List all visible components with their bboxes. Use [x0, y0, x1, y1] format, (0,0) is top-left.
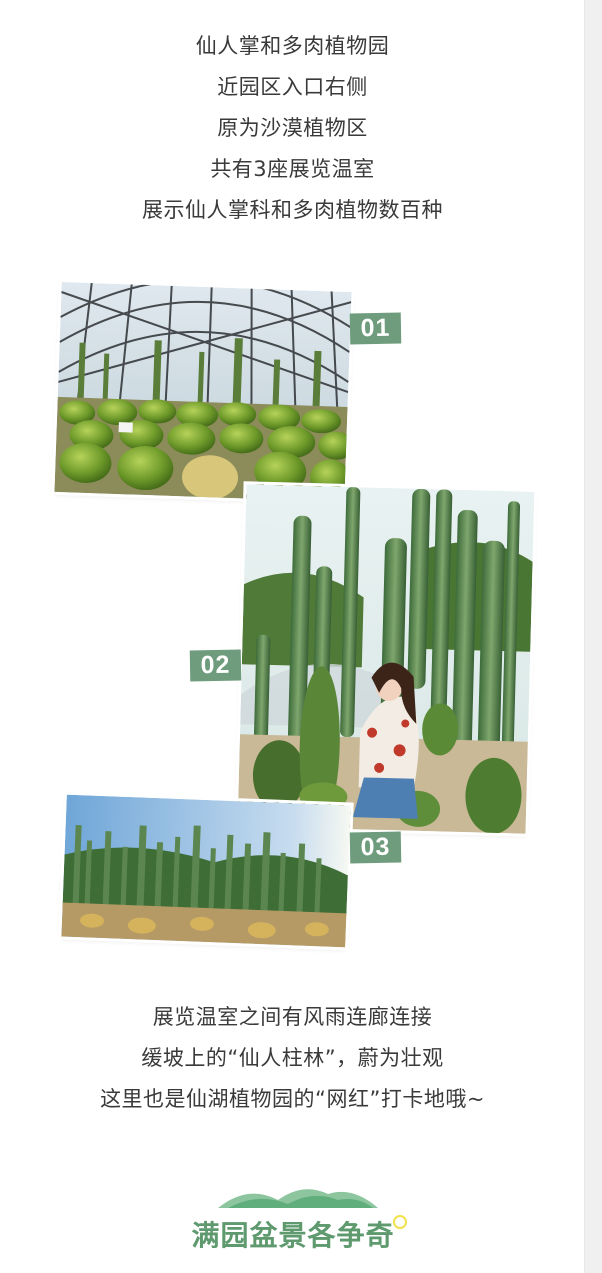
intro-line: 共有3座展览温室 [210, 157, 375, 181]
section-heading-logo: 满园盆景各争奇 [178, 1178, 418, 1258]
intro-line: 展示仙人掌科和多肉植物数百种 [142, 198, 443, 222]
photo-number-badge: 03 [349, 831, 402, 864]
greenhouse-cactus-image [54, 282, 352, 502]
columnar-cactus-portrait-image [237, 484, 535, 834]
page-scrollbar[interactable] [584, 0, 602, 1273]
intro-line: 近园区入口右侧 [217, 75, 368, 99]
intro-line: 原为沙漠植物区 [217, 116, 368, 140]
cactus-forest-image [61, 794, 351, 948]
intro-paragraph: 仙人掌和多肉植物园 近园区入口右侧 原为沙漠植物区 共有3座展览温室 展示仙人掌… [0, 26, 585, 231]
walkway-paragraph: 展览温室之间有风雨连廊连接 缓坡上的“仙人柱林”，蔚为壮观 这里也是仙湖植物园的… [0, 997, 585, 1120]
cactus-forest-photo [61, 794, 351, 948]
columnar-cactus-portrait-photo [237, 484, 535, 834]
photo-number-badge: 01 [349, 312, 402, 345]
intro-line: 仙人掌和多肉植物园 [195, 34, 390, 58]
greenhouse-cactus-photo [54, 282, 352, 502]
walkway-line: 缓坡上的“仙人柱林”，蔚为壮观 [141, 1046, 444, 1070]
walkway-line: 这里也是仙湖植物园的“网红”打卡地哦~ [100, 1087, 485, 1111]
photo-number-badge: 02 [189, 649, 242, 682]
article-content: 仙人掌和多肉植物园 近园区入口右侧 原为沙漠植物区 共有3座展览温室 展示仙人掌… [0, 0, 585, 1273]
walkway-line: 展览温室之间有风雨连廊连接 [152, 1005, 433, 1029]
section-heading-title: 满园盆景各争奇 [191, 1219, 395, 1252]
